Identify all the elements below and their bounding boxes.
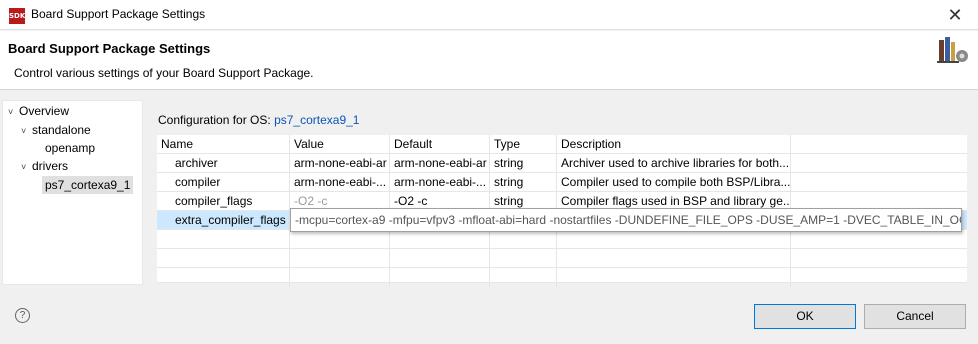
tree-label: drivers [32,159,69,173]
table-row-empty [157,230,967,249]
cell-type: string [490,173,557,192]
cell-default: arm-none-eabi-ar [390,154,490,173]
close-button[interactable]: ✕ [932,0,978,30]
header-description: Control various settings of your Board S… [14,66,314,80]
tree-item-drivers[interactable]: ˅ drivers [21,159,68,173]
header-title: Board Support Package Settings [8,41,211,56]
cancel-button[interactable]: Cancel [864,304,966,329]
tree-label: standalone [32,123,91,137]
tree-label: ps7_cortexa9_1 [42,176,134,194]
sdk-app-icon: SDK [9,8,25,24]
tree-label: openamp [45,141,96,155]
tree-label: Overview [19,104,70,118]
column-header[interactable]: Value [290,135,390,154]
chevron-down-icon[interactable]: ˅ [21,162,32,172]
close-icon: ✕ [947,4,963,25]
table-header: Name Value Default Type Description [157,135,967,154]
cell-name: extra_compiler_flags [157,211,290,230]
cell-name: compiler [157,173,290,192]
cell-name: archiver [157,154,290,173]
table-row-empty [157,249,967,268]
config-label: Configuration for OS: ps7_cortexa9_1 [158,113,359,127]
table-row-empty [157,268,967,287]
column-header[interactable]: Type [490,135,557,154]
help-icon[interactable]: ? [15,308,30,323]
ok-button[interactable]: OK [754,304,856,329]
tree-item-ps7-cortexa9-1[interactable]: ps7_cortexa9_1 [42,176,134,194]
chevron-down-icon[interactable]: ˅ [21,126,32,136]
settings-tree: ˅ Overview ˅ standalone openamp ˅ drivers p… [2,100,143,285]
table-row[interactable]: archiver arm-none-eabi-ar arm-none-eabi-… [157,154,967,173]
column-header[interactable]: Name [157,135,290,154]
cell-description: Archiver used to archive libraries for b… [557,154,791,173]
config-text: Configuration for OS: [158,113,271,127]
cell-type: string [490,154,557,173]
cell-value[interactable]: arm-none-eabi-... [290,173,390,192]
tree-item-openamp[interactable]: openamp [45,141,95,155]
chevron-down-icon[interactable]: ˅ [8,107,19,117]
column-header[interactable]: Description [557,135,791,154]
cell-empty [791,173,967,192]
bsp-books-icon [937,37,968,63]
cell-name: compiler_flags [157,192,290,211]
column-header-empty [791,135,967,154]
table-row[interactable]: compiler arm-none-eabi-... arm-none-eabi… [157,173,967,192]
cell-value[interactable]: arm-none-eabi-ar [290,154,390,173]
cell-empty [791,154,967,173]
extra-compiler-flags-editor[interactable]: -mcpu=cortex-a9 -mfpu=vfpv3 -mfloat-abi=… [290,208,962,232]
column-header[interactable]: Default [390,135,490,154]
cell-description: Compiler used to compile both BSP/Libra.… [557,173,791,192]
tree-item-overview[interactable]: ˅ Overview [8,104,69,118]
dialog-header: Board Support Package Settings Control v… [0,31,978,90]
tree-item-standalone[interactable]: ˅ standalone [21,123,91,137]
os-link[interactable]: ps7_cortexa9_1 [274,113,359,127]
cell-default: arm-none-eabi-... [390,173,490,192]
title-bar: SDK Board Support Package Settings ✕ [0,0,978,30]
window-title: Board Support Package Settings [31,7,206,21]
